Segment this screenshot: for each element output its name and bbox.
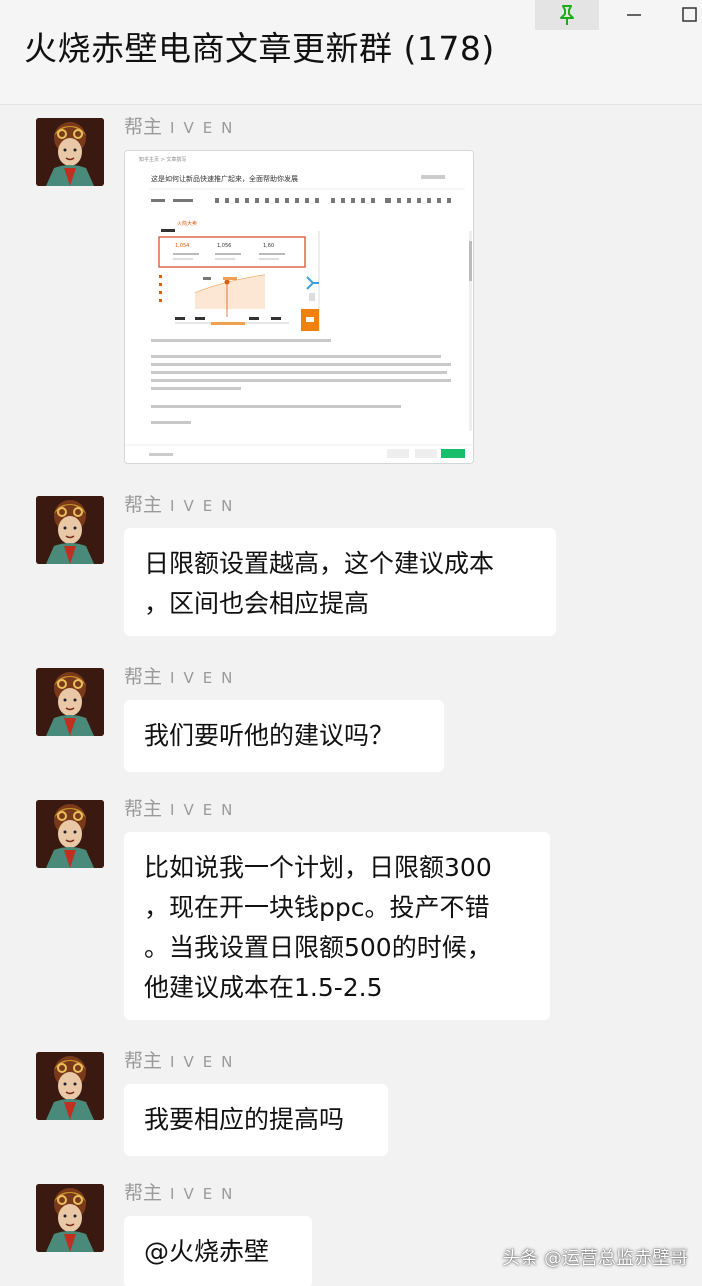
minimize-icon — [627, 14, 641, 16]
message-bubble[interactable]: 我要相应的提高吗 — [124, 1084, 388, 1156]
screenshot-thumbnail: 知乎主页 > 文章撰写 这是如何让新品快速推广起来，全面帮助你发展 火箭大卖 1… — [125, 151, 473, 463]
message-bubble[interactable]: 我们要听他的建议吗？ — [124, 700, 444, 772]
message-text-line: ，现在开一块钱ppc。投产不错 — [144, 893, 490, 922]
thumb-metric: 1,054 — [175, 243, 189, 249]
sender-name: 帮主 IVEN — [124, 116, 242, 138]
pin-button[interactable] — [535, 0, 599, 30]
pin-icon — [560, 5, 574, 25]
sender-name: 帮主 IVEN — [124, 1050, 242, 1072]
chat-window: 火烧赤壁电商文章更新群 (178) 帮主 IVEN 知乎主页 > 文章撰写 这是… — [0, 0, 702, 1286]
message-bubble[interactable]: 日限额设置越高，这个建议成本 ，区间也会相应提高 — [124, 528, 556, 636]
thumb-breadcrumb: 知乎主页 > 文章撰写 — [139, 156, 186, 163]
thumb-heading: 这是如何让新品快速推广起来，全面帮助你发展 — [151, 174, 298, 183]
maximize-button[interactable] — [676, 0, 702, 30]
thumb-metric: 1,056 — [217, 243, 231, 249]
maximize-icon — [682, 7, 697, 22]
sender-name: 帮主 IVEN — [124, 494, 242, 516]
message-bubble[interactable]: 比如说我一个计划，日限额300 ，现在开一块钱ppc。投产不错 。当我设置日限额… — [124, 832, 550, 1020]
message-text-line: ，区间也会相应提高 — [144, 589, 370, 618]
sender-name: 帮主 IVEN — [124, 666, 242, 688]
thumb-ad-header: 火箭大卖 — [177, 220, 197, 227]
title-bar: 火烧赤壁电商文章更新群 (178) — [0, 0, 702, 105]
screenshot-image-message[interactable]: 知乎主页 > 文章撰写 这是如何让新品快速推广起来，全面帮助你发展 火箭大卖 1… — [124, 150, 474, 464]
avatar[interactable] — [36, 1052, 104, 1120]
message-bubble[interactable]: @火烧赤壁 — [124, 1216, 312, 1286]
message-text-line: 日限额设置越高，这个建议成本 — [144, 549, 495, 578]
message-text-line: 。当我设置日限额500的时候， — [144, 933, 492, 962]
avatar[interactable] — [36, 800, 104, 868]
message-text-line: 我们要听他的建议吗？ — [144, 721, 395, 750]
avatar[interactable] — [36, 1184, 104, 1252]
source-watermark: 头条 @运营总监赤壁哥 — [502, 1248, 688, 1269]
avatar[interactable] — [36, 118, 104, 186]
minimize-button[interactable] — [620, 0, 648, 30]
thumb-metric: 1,60 — [263, 243, 274, 249]
avatar[interactable] — [36, 668, 104, 736]
message-text-line: 我要相应的提高吗 — [144, 1105, 345, 1134]
message-text-line: 比如说我一个计划，日限额300 — [144, 853, 492, 882]
chat-title: 火烧赤壁电商文章更新群 (178) — [24, 29, 495, 68]
sender-name: 帮主 IVEN — [124, 1182, 242, 1204]
message-text-line: 他建议成本在1.5-2.5 — [144, 973, 383, 1002]
sender-name: 帮主 IVEN — [124, 798, 242, 820]
avatar[interactable] — [36, 496, 104, 564]
message-text-line: @火烧赤壁 — [144, 1237, 270, 1266]
